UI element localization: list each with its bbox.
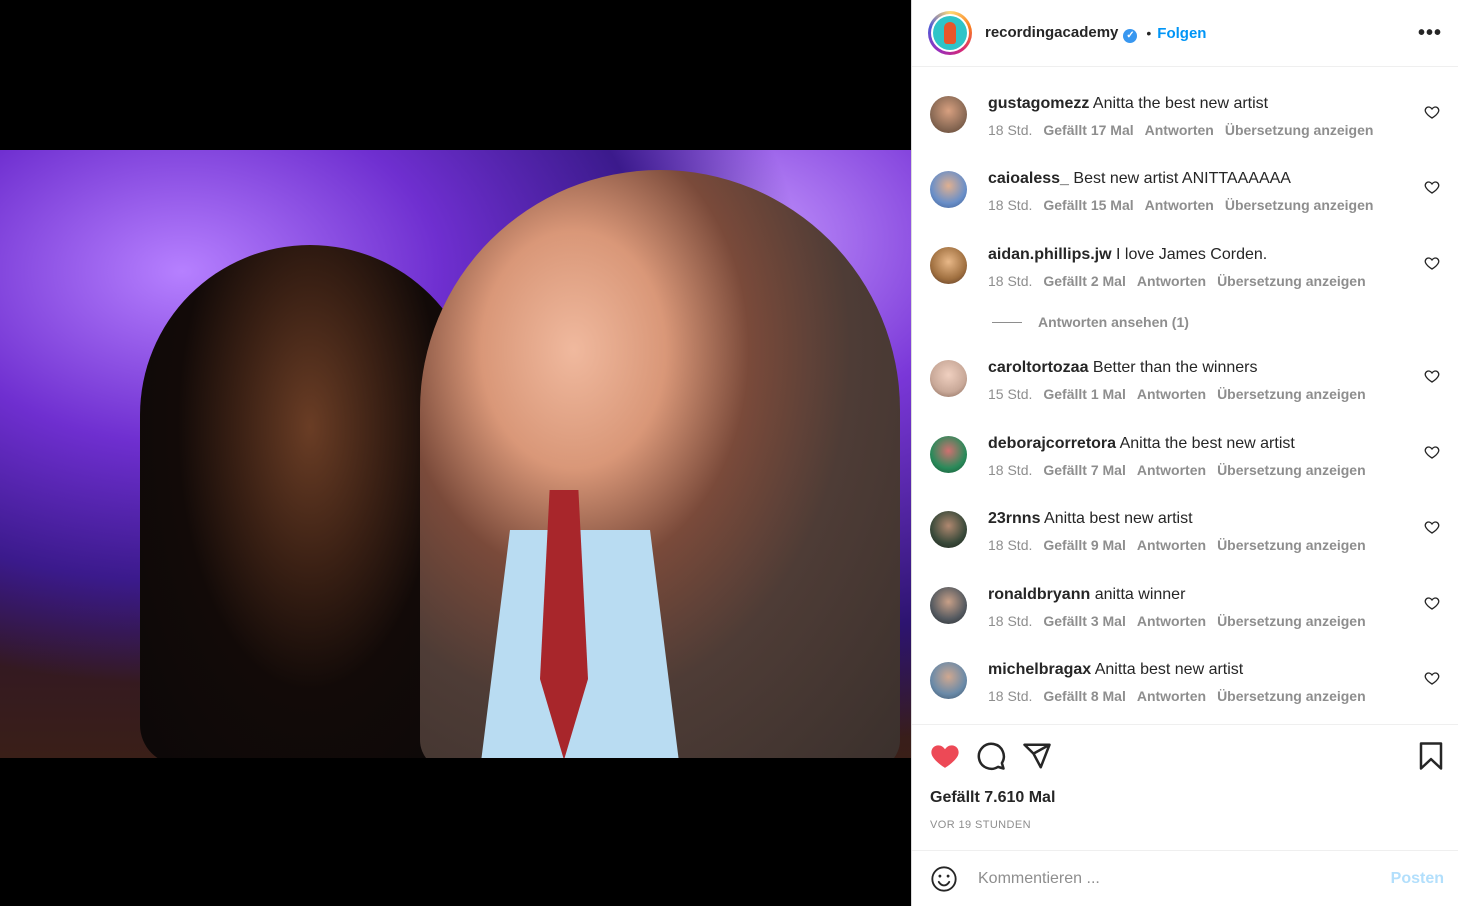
- send-icon[interactable]: [1022, 741, 1052, 771]
- post-time[interactable]: VOR 19 STUNDEN: [930, 819, 1031, 831]
- comment-like-icon[interactable]: [1424, 255, 1440, 271]
- comment-likes[interactable]: Gefällt 3 Mal: [1043, 613, 1125, 629]
- comment-time[interactable]: 18 Std.: [988, 273, 1032, 289]
- comment-time[interactable]: 18 Std.: [988, 122, 1032, 138]
- author-avatar[interactable]: [928, 11, 972, 55]
- post-comment-button[interactable]: Posten: [1391, 870, 1444, 888]
- comment-likes[interactable]: Gefällt 17 Mal: [1043, 122, 1133, 138]
- view-replies-label[interactable]: Antworten ansehen (1): [1038, 314, 1189, 330]
- comment-likes[interactable]: Gefällt 15 Mal: [1043, 197, 1133, 213]
- translate-button[interactable]: Übersetzung anzeigen: [1217, 613, 1366, 629]
- comment-username[interactable]: deborajcorretora: [988, 435, 1116, 452]
- comment-like-icon[interactable]: [1424, 670, 1440, 686]
- comment-avatar[interactable]: [930, 171, 967, 208]
- post-header: recordingacademy ✓ • Folgen •••: [912, 0, 1458, 67]
- reply-button[interactable]: Antworten: [1137, 537, 1206, 553]
- reply-button[interactable]: Antworten: [1137, 688, 1206, 704]
- comment-username[interactable]: aidan.phillips.jw: [988, 246, 1112, 263]
- comment-avatar[interactable]: [930, 587, 967, 624]
- reply-button[interactable]: Antworten: [1137, 613, 1206, 629]
- comment-username[interactable]: ronaldbryann: [988, 586, 1090, 603]
- post-actions: Gefällt 7.610 Mal VOR 19 STUNDEN: [912, 724, 1458, 851]
- reply-button[interactable]: Antworten: [1137, 386, 1206, 402]
- comment-likes[interactable]: Gefällt 8 Mal: [1043, 688, 1125, 704]
- comment-username[interactable]: gustagomezz: [988, 95, 1089, 112]
- author-avatar-image: [933, 16, 967, 50]
- comment-like-icon[interactable]: [1424, 595, 1440, 611]
- comment-avatar[interactable]: [930, 511, 967, 548]
- comment-likes[interactable]: Gefällt 1 Mal: [1043, 386, 1125, 402]
- comment-likes[interactable]: Gefällt 9 Mal: [1043, 537, 1125, 553]
- header-separator: •: [1146, 25, 1152, 41]
- reply-button[interactable]: Antworten: [1137, 273, 1206, 289]
- author-username[interactable]: recordingacademy ✓: [985, 24, 1138, 43]
- translate-button[interactable]: Übersetzung anzeigen: [1217, 386, 1366, 402]
- translate-button[interactable]: Übersetzung anzeigen: [1217, 462, 1366, 478]
- verified-badge-icon: ✓: [1123, 28, 1138, 43]
- view-replies-button[interactable]: Antworten ansehen (1): [992, 314, 1189, 330]
- comment-text: I love James Corden.: [1116, 246, 1268, 263]
- translate-button[interactable]: Übersetzung anzeigen: [1217, 688, 1366, 704]
- likes-count[interactable]: Gefällt 7.610 Mal: [930, 789, 1055, 807]
- emoji-icon[interactable]: [930, 865, 958, 893]
- bookmark-icon[interactable]: [1416, 741, 1446, 771]
- replies-line: [992, 321, 1022, 323]
- add-comment-bar: Posten: [912, 850, 1458, 906]
- comment-like-icon[interactable]: [1424, 444, 1440, 460]
- comment-text: Anitta best new artist: [1094, 661, 1244, 678]
- comment-username[interactable]: 23rnns: [988, 510, 1040, 527]
- reply-button[interactable]: Antworten: [1137, 462, 1206, 478]
- comment-time[interactable]: 18 Std.: [988, 197, 1032, 213]
- comment-text: Better than the winners: [1092, 359, 1258, 376]
- comment-time[interactable]: 18 Std.: [988, 688, 1032, 704]
- comment-icon[interactable]: [976, 741, 1006, 771]
- comment-text: anitta winner: [1094, 586, 1186, 603]
- reply-button[interactable]: Antworten: [1145, 197, 1214, 213]
- post-photo[interactable]: [0, 150, 911, 758]
- comment-username[interactable]: caroltortozaa: [988, 359, 1088, 376]
- post-side-panel: recordingacademy ✓ • Folgen ••• gustagome…: [911, 0, 1458, 906]
- more-options-icon[interactable]: •••: [1418, 22, 1442, 45]
- comment-text: Best new artist ANITTAAAAAA: [1073, 170, 1291, 187]
- comment-avatar[interactable]: [930, 96, 967, 133]
- translate-button[interactable]: Übersetzung anzeigen: [1225, 122, 1374, 138]
- heart-filled-icon[interactable]: [930, 741, 960, 771]
- translate-button[interactable]: Übersetzung anzeigen: [1225, 197, 1374, 213]
- comment-like-icon[interactable]: [1424, 368, 1440, 384]
- follow-button[interactable]: Folgen: [1157, 25, 1206, 42]
- comment-text: Anitta the best new artist: [1092, 95, 1269, 112]
- reply-button[interactable]: Antworten: [1145, 122, 1214, 138]
- comment-avatar[interactable]: [930, 360, 967, 397]
- comment-avatar[interactable]: [930, 436, 967, 473]
- comment-like-icon[interactable]: [1424, 519, 1440, 535]
- comment-avatar[interactable]: [930, 662, 967, 699]
- comments-list[interactable]: gustagomezz Anitta the best new artist 1…: [912, 68, 1458, 724]
- comment-likes[interactable]: Gefällt 7 Mal: [1043, 462, 1125, 478]
- post-media: [0, 0, 911, 906]
- comment-like-icon[interactable]: [1424, 179, 1440, 195]
- comment-time[interactable]: 18 Std.: [988, 462, 1032, 478]
- comment-like-icon[interactable]: [1424, 104, 1440, 120]
- comment-username[interactable]: michelbragax: [988, 661, 1091, 678]
- comment-text: Anitta best new artist: [1044, 510, 1193, 527]
- comment-time[interactable]: 18 Std.: [988, 537, 1032, 553]
- comment-likes[interactable]: Gefällt 2 Mal: [1043, 273, 1125, 289]
- comment-avatar[interactable]: [930, 247, 967, 284]
- comment-input[interactable]: [976, 868, 1391, 889]
- translate-button[interactable]: Übersetzung anzeigen: [1217, 273, 1366, 289]
- comment-username[interactable]: caioaless_: [988, 170, 1069, 187]
- translate-button[interactable]: Übersetzung anzeigen: [1217, 537, 1366, 553]
- comment-time[interactable]: 15 Std.: [988, 386, 1032, 402]
- comment-text: Anitta the best new artist: [1119, 435, 1295, 452]
- comment-time[interactable]: 18 Std.: [988, 613, 1032, 629]
